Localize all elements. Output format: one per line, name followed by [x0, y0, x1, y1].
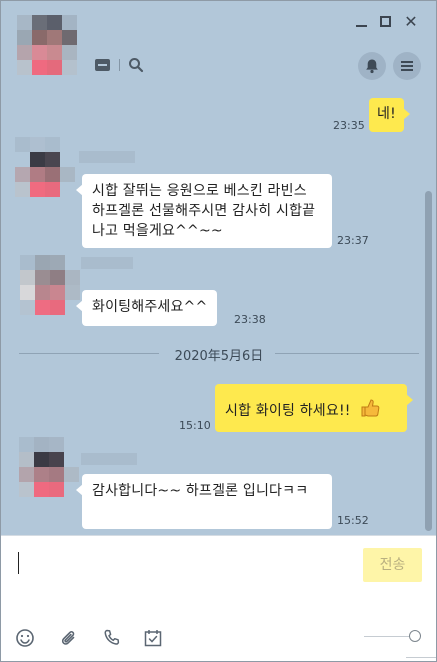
sender-name [81, 257, 133, 269]
message-time: 15:10 [179, 419, 211, 432]
opacity-slider-knob[interactable] [409, 630, 421, 642]
calendar-icon[interactable] [143, 628, 163, 648]
message-text: 감사합니다~~ 하프겔론 입니다ㅋㅋ [92, 483, 309, 499]
my-message-bubble[interactable]: 시합 화이팅 하세요!! [215, 384, 413, 432]
search-icon[interactable] [128, 57, 146, 73]
chat-window: ✕ 네! 23:35 시합 잘뛰는 응원으로 베스킨 라빈스 하프겔론 선물해주… [0, 0, 437, 662]
chat-header: ✕ [1, 1, 436, 93]
message-input-area: 전송 [1, 535, 436, 661]
message-list: 네! 23:35 시합 잘뛰는 응원으로 베스킨 라빈스 하프겔론 선물해주시면… [1, 93, 436, 535]
opacity-slider-track[interactable] [364, 636, 412, 637]
bell-icon[interactable] [358, 52, 386, 80]
message-text: 시합 잘뛰는 응원으로 베스킨 라빈스 하프겔론 선물해주시면 감사히 시합끝나… [92, 183, 316, 239]
date-divider: 2020年5月6日 [19, 343, 419, 364]
their-message-bubble[interactable]: 시합 잘뛰는 응원으로 베스킨 라빈스 하프겔론 선물해주시면 감사히 시합끝나… [76, 174, 332, 248]
emoticon-icon[interactable] [15, 628, 35, 648]
close-icon[interactable]: ✕ [402, 13, 420, 31]
sender-name [79, 151, 135, 163]
phone-icon[interactable] [102, 628, 122, 648]
their-message-bubble[interactable]: 감사합니다~~ 하프겔론 입니다ㅋㅋ [76, 474, 332, 529]
minimize-icon[interactable] [353, 13, 371, 31]
divider-line [275, 353, 419, 354]
message-time: 15:52 [337, 514, 369, 527]
thumbs-up-icon [359, 397, 381, 425]
attach-icon[interactable] [59, 628, 79, 648]
header-divider [119, 59, 120, 71]
scrollbar[interactable] [425, 191, 432, 531]
maximize-icon[interactable] [377, 13, 395, 31]
message-text: 시합 화이팅 하세요!! [225, 403, 351, 419]
send-button[interactable]: 전송 [363, 548, 422, 582]
message-input[interactable] [18, 552, 19, 574]
message-text: 네! [377, 106, 396, 122]
menu-icon[interactable] [393, 52, 421, 80]
folder-icon[interactable] [94, 57, 112, 73]
sender-name [81, 453, 137, 465]
message-text: 화이팅해주세요^^ [92, 299, 208, 315]
their-message-bubble[interactable]: 화이팅해주세요^^ [75, 290, 218, 326]
message-time: 23:38 [234, 313, 266, 326]
date-label: 2020年5月6日 [174, 349, 264, 364]
message-time: 23:35 [333, 119, 365, 132]
message-time: 23:37 [337, 234, 369, 247]
profile-avatar[interactable] [17, 15, 92, 75]
my-message-bubble[interactable]: 네! [369, 98, 410, 132]
resize-grip[interactable] [406, 657, 436, 661]
